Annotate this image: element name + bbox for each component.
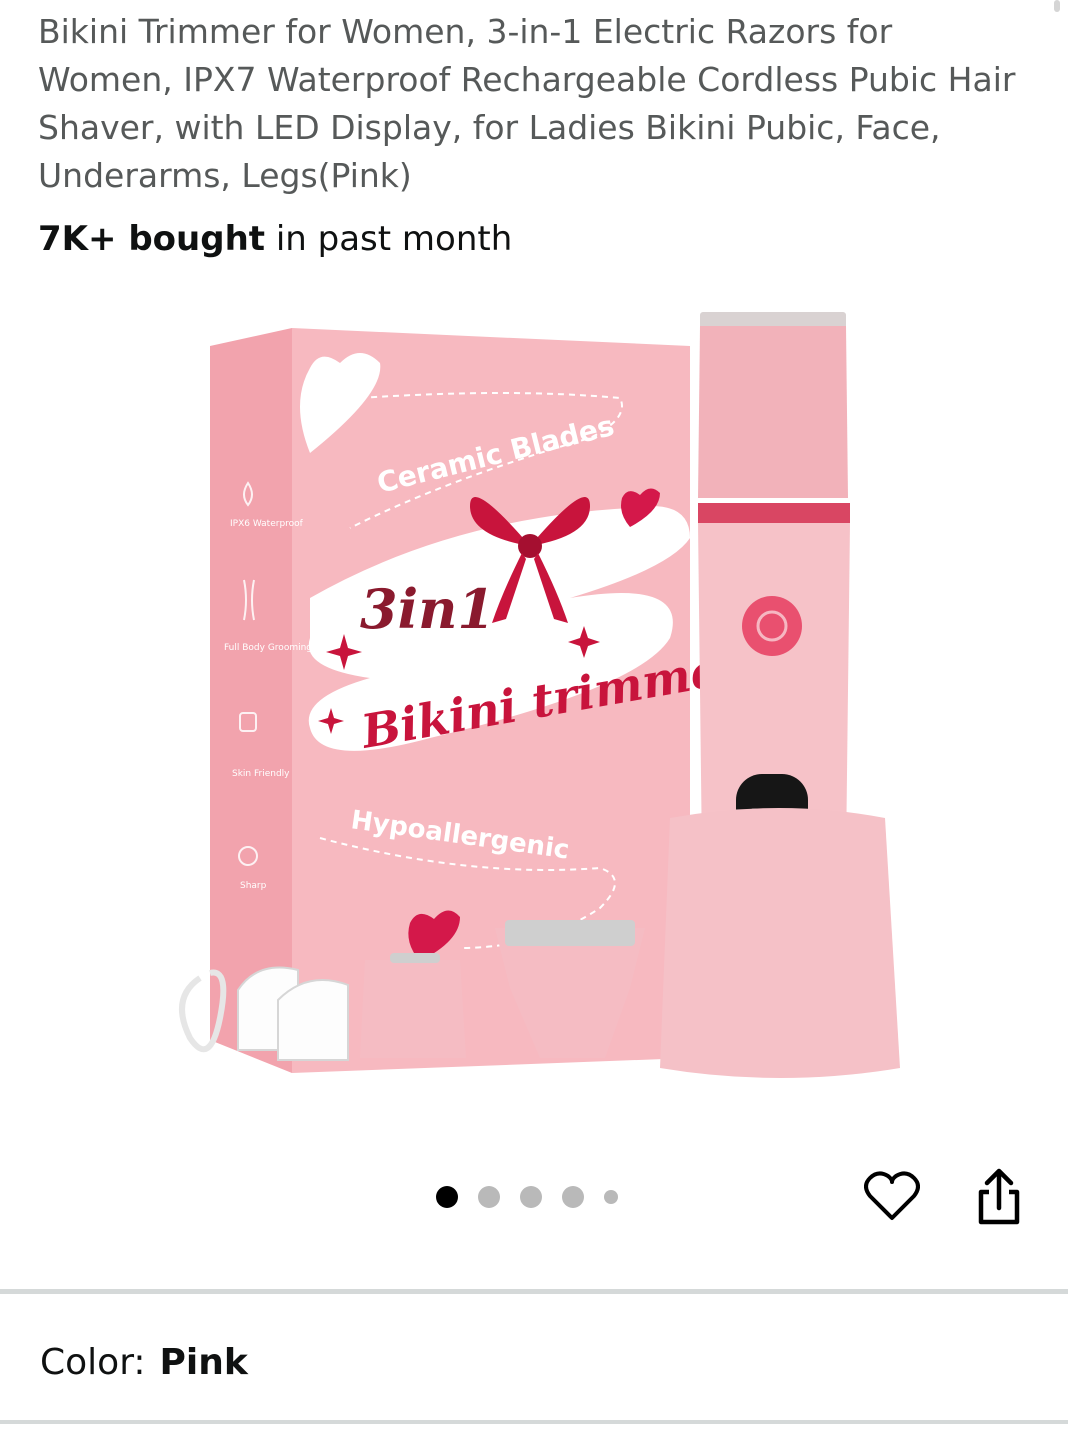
bought-count-rest: in past month [265,219,513,259]
side-label-grooming: Full Body Grooming [224,643,312,653]
scrollbar-thumb[interactable] [1054,0,1060,12]
shaver-foil [505,920,635,946]
side-label-skin: Skin Friendly [232,769,290,779]
product-image[interactable]: IPX6 Waterproof Full Body Grooming Skin … [160,298,920,1098]
bought-count-bold: 7K+ bought [38,219,266,259]
color-value: Pink [159,1342,248,1383]
heart-outline-icon [864,1171,920,1220]
color-selector[interactable]: Color: Pink [40,1338,248,1388]
product-title: Bikini Trimmer for Women, 3-in-1 Electri… [38,12,1016,195]
side-label-waterproof: IPX6 Waterproof [230,519,304,529]
color-label: Color: [40,1342,146,1383]
product-illustration: IPX6 Waterproof Full Body Grooming Skin … [179,312,900,1078]
carousel-dot-4[interactable] [562,1186,584,1208]
trimmer-device: 100 [698,312,850,866]
round-trimmer-head [360,960,466,1058]
box-side [210,328,292,1073]
guide-combs [237,966,349,1061]
share-button[interactable] [970,1166,1028,1228]
carousel-dot-5[interactable] [604,1190,618,1204]
section-divider-bottom [0,1420,1068,1424]
carousel-dot-1[interactable] [436,1186,458,1208]
carousel-dot-2[interactable] [478,1186,500,1208]
side-label-sharp: Sharp [240,881,267,891]
charging-stand [660,808,900,1078]
wishlist-button[interactable] [862,1166,922,1226]
carousel-dot-3[interactable] [520,1186,542,1208]
section-divider [0,1289,1068,1294]
carousel-dots [436,1183,618,1211]
bought-count: 7K+ bought in past month [38,216,512,262]
round-head-top [390,953,440,963]
share-icon [978,1168,1020,1225]
box-text-3in1: 3in1 [360,577,495,641]
